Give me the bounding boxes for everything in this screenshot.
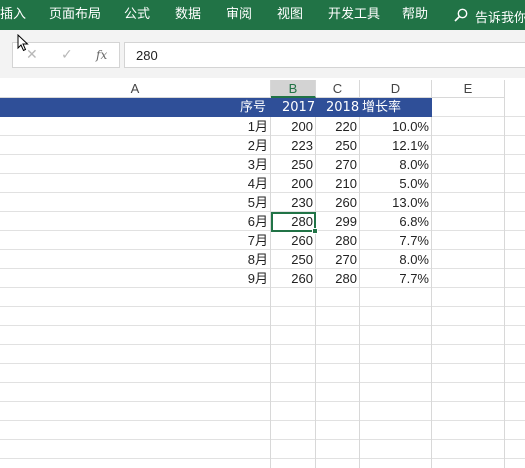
cell-growth[interactable]: 10.0% (360, 117, 432, 136)
insert-function-button[interactable]: fx (96, 47, 107, 63)
cell-month[interactable]: 5月 (0, 193, 271, 212)
header-index: 序号 (240, 100, 267, 115)
tab-review[interactable]: 审阅 (226, 7, 252, 23)
tab-insert[interactable]: 插入 (0, 7, 26, 23)
cell-2018[interactable]: 250 (316, 136, 360, 155)
column-header-d[interactable]: D (360, 80, 432, 98)
tab-data[interactable]: 数据 (175, 7, 201, 23)
cell-growth[interactable]: 5.0% (360, 174, 432, 193)
cell-growth[interactable]: 6.8% (360, 212, 432, 231)
tell-me-label: 告诉我你 (475, 11, 525, 26)
cell-month[interactable]: 6月 (0, 212, 271, 231)
cell-growth[interactable]: 7.7% (360, 269, 432, 288)
cell-month[interactable]: 1月 (0, 117, 271, 136)
formula-bar: ✕ ✓ fx 280 (0, 30, 525, 78)
cell-2017[interactable]: 200 (271, 174, 316, 193)
cell-growth[interactable]: 8.0% (360, 250, 432, 269)
header-2018: 2018 (326, 100, 360, 115)
fill-handle[interactable] (312, 228, 318, 234)
cell-2018[interactable]: 210 (316, 174, 360, 193)
cell-2017[interactable]: 250 (271, 155, 316, 174)
cell-month[interactable]: 7月 (0, 231, 271, 250)
mouse-pointer-icon (17, 34, 29, 52)
cell-month[interactable]: 9月 (0, 269, 271, 288)
column-header-c[interactable]: C (316, 80, 360, 98)
header-2017: 2017 (282, 100, 316, 115)
table-header-row: 序号 2017 2018 增长率 (0, 98, 432, 117)
cell-growth[interactable]: 8.0% (360, 155, 432, 174)
cell-month[interactable]: 3月 (0, 155, 271, 174)
cell-month[interactable]: 8月 (0, 250, 271, 269)
cell-2018[interactable]: 280 (316, 269, 360, 288)
search-icon (454, 8, 468, 22)
cell-2017[interactable]: 223 (271, 136, 316, 155)
cell-month[interactable]: 4月 (0, 174, 271, 193)
cell-2018[interactable]: 299 (316, 212, 360, 231)
tab-page-layout[interactable]: 页面布局 (49, 7, 101, 23)
tab-view[interactable]: 视图 (277, 7, 303, 23)
ribbon-tab-bar: 插入 页面布局 公式 数据 审阅 视图 开发工具 帮助 告诉我你 (0, 0, 525, 30)
cell-2018[interactable]: 270 (316, 155, 360, 174)
cell-2018[interactable]: 220 (316, 117, 360, 136)
column-header-a[interactable]: A (0, 80, 271, 98)
formula-input[interactable]: 280 (124, 42, 525, 68)
spreadsheet-grid[interactable]: 序号 2017 2018 增长率 1月 200 220 10.0% 2月 223… (0, 98, 525, 468)
cell-growth[interactable]: 7.7% (360, 231, 432, 250)
active-cell-selection[interactable] (271, 212, 316, 232)
cell-month[interactable]: 2月 (0, 136, 271, 155)
cell-2018[interactable]: 270 (316, 250, 360, 269)
cell-2017[interactable]: 200 (271, 117, 316, 136)
cell-2018[interactable]: 280 (316, 231, 360, 250)
column-header-e[interactable]: E (432, 80, 505, 98)
cell-2017[interactable]: 260 (271, 231, 316, 250)
column-header-b[interactable]: B (271, 80, 316, 98)
tab-help[interactable]: 帮助 (402, 7, 428, 23)
cell-growth[interactable]: 13.0% (360, 193, 432, 212)
cell-2017[interactable]: 230 (271, 193, 316, 212)
cell-2017[interactable]: 260 (271, 269, 316, 288)
cell-2017[interactable]: 250 (271, 250, 316, 269)
header-growth-rate: 增长率 (362, 100, 402, 115)
cell-growth[interactable]: 12.1% (360, 136, 432, 155)
cell-2018[interactable]: 260 (316, 193, 360, 212)
enter-icon[interactable]: ✓ (61, 47, 73, 63)
tab-developer[interactable]: 开发工具 (328, 7, 380, 23)
tab-formulas[interactable]: 公式 (124, 7, 150, 23)
